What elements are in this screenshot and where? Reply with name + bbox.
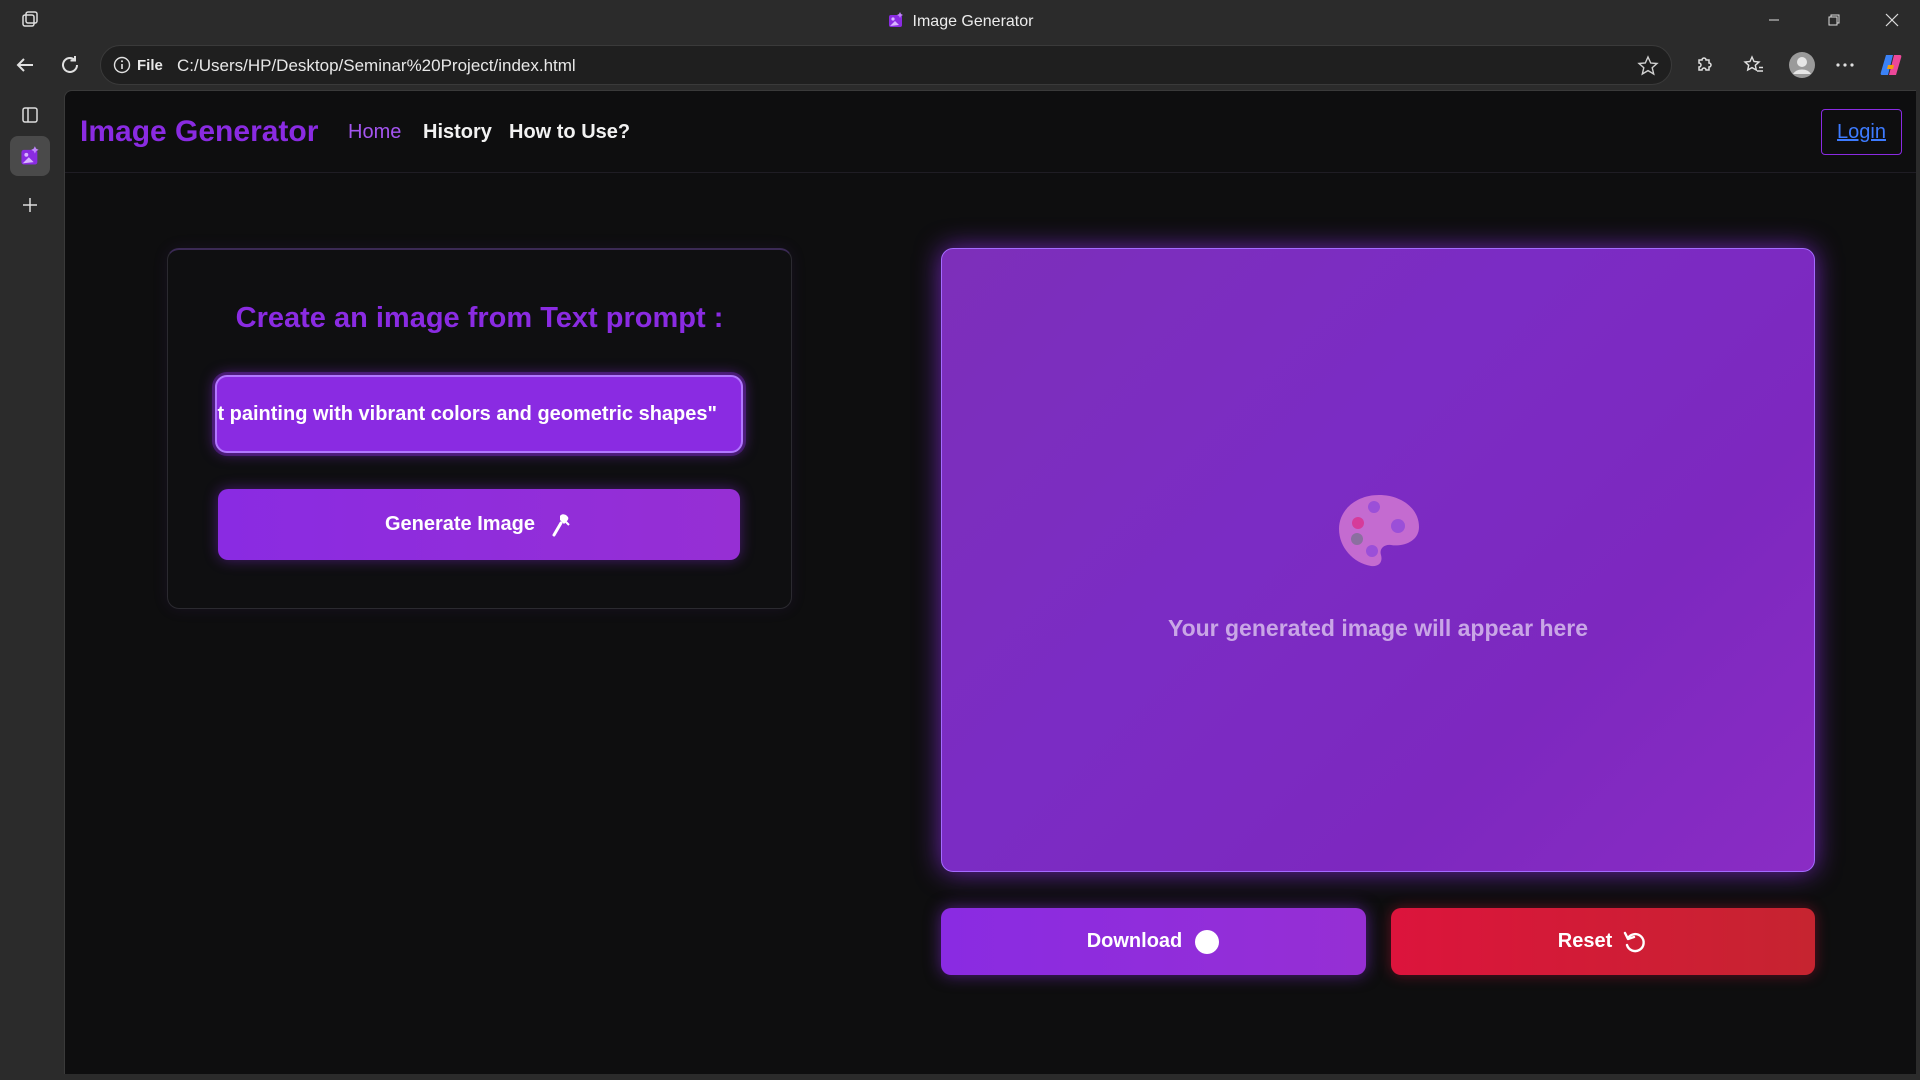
reset-button[interactable]: Reset <box>1391 908 1815 975</box>
site-header: Image Generator Home History How to Use?… <box>65 91 1916 173</box>
image-favicon-icon <box>21 146 39 165</box>
info-icon[interactable] <box>113 56 131 74</box>
more-button[interactable] <box>1832 52 1858 78</box>
download-label: Download <box>1086 930 1183 952</box>
refresh-icon <box>62 56 78 73</box>
restore-icon <box>1828 14 1840 26</box>
browser-title-bar: Image Generator <box>0 0 1920 40</box>
scheme-label: File <box>137 57 163 74</box>
favorites-icon <box>1743 55 1763 72</box>
copilot-icon <box>1880 55 1902 75</box>
restore-button[interactable] <box>1806 0 1862 40</box>
tabs-icon <box>22 107 38 123</box>
close-button[interactable] <box>1864 0 1920 40</box>
wand-icon <box>552 513 570 536</box>
url-text[interactable]: C:/Users/HP/Desktop/Seminar%20Project/in… <box>177 56 576 76</box>
download-button[interactable]: Download <box>941 908 1366 975</box>
copilot-button[interactable] <box>1878 52 1904 78</box>
more-icon <box>1836 63 1854 67</box>
minimize-button[interactable] <box>1746 0 1802 40</box>
back-button[interactable] <box>10 50 40 80</box>
close-icon <box>1885 13 1899 27</box>
generate-image-button[interactable]: Generate Image <box>218 489 740 560</box>
reset-icon <box>1624 931 1646 952</box>
download-circle-icon <box>1195 929 1220 954</box>
palette-icon <box>1339 495 1419 567</box>
brand-logo[interactable]: Image Generator <box>80 115 318 149</box>
nav-home-link[interactable]: Home <box>348 121 401 144</box>
tab-actions-button[interactable] <box>15 100 45 130</box>
prompt-card: Create an image from Text prompt : t pai… <box>167 248 792 609</box>
nav-how-to-use-link[interactable]: How to Use? <box>509 121 630 144</box>
address-bar[interactable]: File C:/Users/HP/Desktop/Seminar%20Proje… <box>100 45 1672 85</box>
prompt-input[interactable]: t painting with vibrant colors and geome… <box>215 375 743 453</box>
add-tab-icon <box>23 198 37 212</box>
generate-label: Generate Image <box>384 513 536 535</box>
browser-toolbar: File C:/Users/HP/Desktop/Seminar%20Proje… <box>0 40 1920 90</box>
reset-label: Reset <box>1557 930 1613 952</box>
image-preview-panel: Your generated image will appear here <box>941 248 1815 872</box>
profile-icon <box>1789 52 1815 78</box>
star-icon[interactable] <box>1637 55 1659 77</box>
image-favicon-icon <box>888 12 903 27</box>
profile-button[interactable] <box>1787 50 1817 80</box>
window-title-text: Image Generator <box>912 13 1034 30</box>
preview-placeholder-text: Your generated image will appear here <box>1167 615 1589 641</box>
extensions-icon <box>1698 57 1712 71</box>
prompt-input-value: t painting with vibrant colors and geome… <box>217 402 717 425</box>
card-title: Create an image from Text prompt : <box>235 302 724 334</box>
window-title: Image Generator <box>0 11 1920 31</box>
back-arrow-icon <box>16 58 33 72</box>
extensions-button[interactable] <box>1691 52 1717 78</box>
favorites-button[interactable] <box>1741 52 1767 78</box>
tab-image-generator[interactable] <box>10 136 50 176</box>
refresh-button[interactable] <box>55 50 85 80</box>
minimize-icon <box>1769 19 1779 21</box>
new-tab-button[interactable] <box>15 190 45 220</box>
login-button[interactable]: Login <box>1821 109 1902 155</box>
vertical-tab-strip <box>0 90 60 1080</box>
page-viewport: Image Generator Home History How to Use?… <box>64 90 1916 1074</box>
nav-history-link[interactable]: History <box>423 121 492 144</box>
